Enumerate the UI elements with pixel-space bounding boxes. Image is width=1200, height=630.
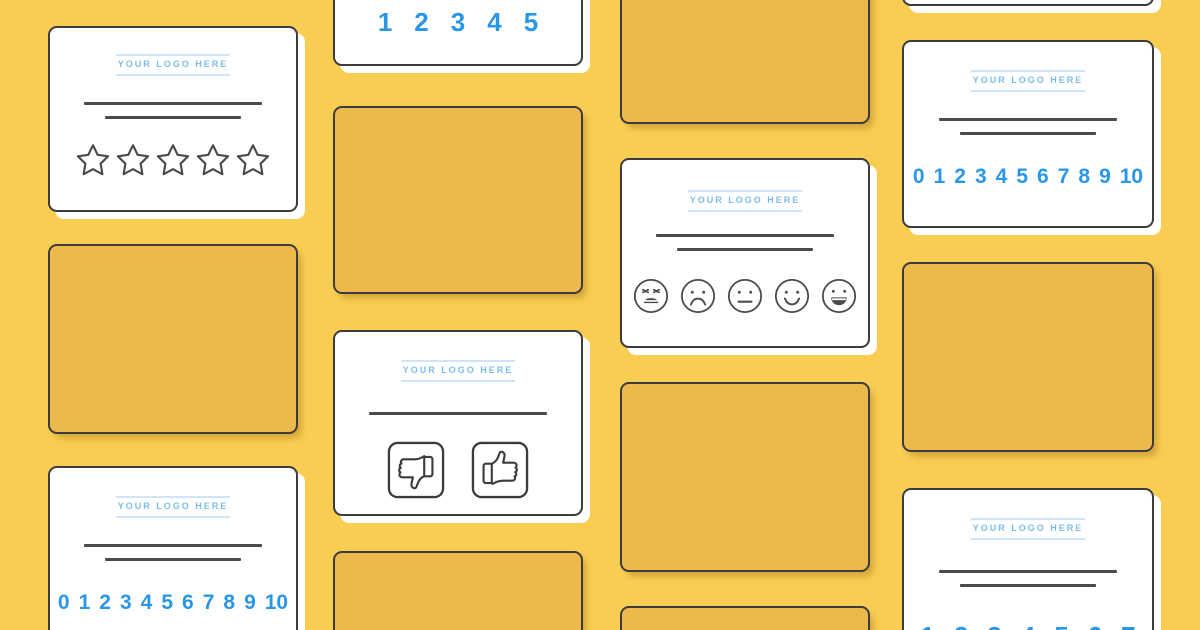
- logo-placeholder-block: YOUR LOGO HERE: [687, 190, 803, 212]
- rule-line-long: [369, 412, 547, 415]
- logo-placeholder-block: YOUR LOGO HERE: [400, 360, 516, 382]
- star-rating-card[interactable]: YOUR LOGO HERE: [48, 26, 298, 212]
- thumbs-rating-card[interactable]: YOUR LOGO HERE: [333, 330, 583, 516]
- star-icon[interactable]: [114, 141, 152, 179]
- star-rating-row[interactable]: [74, 141, 272, 179]
- logo-placeholder-text: YOUR LOGO HERE: [689, 195, 801, 205]
- scale-number[interactable]: 1: [934, 165, 946, 189]
- face-neutral-icon[interactable]: [726, 277, 764, 315]
- number-scale-0-10[interactable]: 0 1 2 3 4 5 6 7 8 9 10: [904, 165, 1152, 189]
- scale-number[interactable]: 10: [1120, 165, 1143, 189]
- logo-placeholder-text: YOUR LOGO HERE: [117, 501, 229, 511]
- scale-number[interactable]: 5: [1016, 165, 1028, 189]
- logo-placeholder-block: YOUR LOGO HERE: [970, 518, 1086, 540]
- thumbs-down-icon[interactable]: [387, 441, 445, 499]
- scale-number[interactable]: 7: [1121, 621, 1135, 630]
- scale-number[interactable]: 1: [920, 621, 934, 630]
- star-icon[interactable]: [154, 141, 192, 179]
- scale-number[interactable]: 7: [1058, 165, 1070, 189]
- text-placeholder-rules: [904, 570, 1152, 587]
- scale-number[interactable]: 2: [99, 591, 111, 615]
- star-icon[interactable]: [74, 141, 112, 179]
- scale-number[interactable]: 9: [1099, 165, 1111, 189]
- survey-template-board: YOUR LOGO HERE YOUR LOGO HERE 0 1 2 3 4 …: [0, 0, 1200, 630]
- face-happy-icon[interactable]: [773, 277, 811, 315]
- text-placeholder-rules: [622, 234, 868, 251]
- scale-number[interactable]: 3: [451, 7, 465, 38]
- logo-placeholder-block: YOUR LOGO HERE: [115, 54, 231, 76]
- scale-number[interactable]: 10: [265, 591, 288, 615]
- rule-line-long: [84, 102, 262, 105]
- rating-scale-card-1-5[interactable]: 1 2 3 4 5: [333, 0, 583, 66]
- rule-line-long: [656, 234, 834, 237]
- scale-number[interactable]: 6: [1088, 621, 1102, 630]
- scale-number[interactable]: 5: [161, 591, 173, 615]
- scale-number[interactable]: 1: [79, 591, 91, 615]
- logo-placeholder-text: YOUR LOGO HERE: [117, 59, 229, 69]
- text-placeholder-rules: [50, 102, 296, 119]
- scale-number[interactable]: 4: [1021, 621, 1035, 630]
- rating-scale-card-1-7[interactable]: YOUR LOGO HERE 1 2 3 4 5 6 7: [902, 488, 1154, 630]
- scale-number[interactable]: 4: [141, 591, 153, 615]
- logo-placeholder-block: YOUR LOGO HERE: [970, 70, 1086, 92]
- rule-line-short: [959, 132, 1097, 135]
- text-placeholder-rules: [50, 544, 296, 561]
- scale-number[interactable]: 5: [1054, 621, 1068, 630]
- number-scale-1-7[interactable]: 1 2 3 4 5 6 7: [904, 621, 1152, 630]
- thumbs-up-icon[interactable]: [471, 441, 529, 499]
- scale-number[interactable]: 3: [987, 621, 1001, 630]
- thumbs-row[interactable]: [387, 441, 529, 499]
- rule-line-long: [938, 118, 1118, 121]
- scale-number[interactable]: 8: [223, 591, 235, 615]
- scale-number[interactable]: 2: [414, 7, 428, 38]
- scale-number[interactable]: 6: [182, 591, 194, 615]
- text-placeholder-rules: [335, 412, 581, 415]
- rule-line-short: [677, 248, 813, 251]
- rule-line-long: [84, 544, 262, 547]
- partial-card-top[interactable]: [902, 0, 1154, 6]
- scale-number[interactable]: 1: [378, 7, 392, 38]
- blank-card[interactable]: [333, 106, 583, 294]
- number-scale-1-5[interactable]: 1 2 3 4 5: [335, 7, 581, 38]
- blank-card[interactable]: [620, 0, 870, 124]
- scale-number[interactable]: 5: [524, 7, 538, 38]
- rule-line-short: [105, 116, 241, 119]
- scale-number[interactable]: 7: [203, 591, 215, 615]
- star-icon[interactable]: [234, 141, 272, 179]
- smiley-rating-card[interactable]: YOUR LOGO HERE: [620, 158, 870, 348]
- scale-number[interactable]: 0: [913, 165, 925, 189]
- face-angry-icon[interactable]: [632, 277, 670, 315]
- scale-number[interactable]: 3: [975, 165, 987, 189]
- scale-number[interactable]: 0: [58, 591, 70, 615]
- number-scale-0-10[interactable]: 0 1 2 3 4 5 6 7 8 9 10: [50, 591, 296, 615]
- face-sad-icon[interactable]: [679, 277, 717, 315]
- blank-card[interactable]: [902, 262, 1154, 452]
- logo-placeholder-block: YOUR LOGO HERE: [115, 496, 231, 518]
- rule-line-short: [105, 558, 241, 561]
- blank-card[interactable]: [333, 551, 583, 630]
- nps-scale-card-left[interactable]: YOUR LOGO HERE 0 1 2 3 4 5 6 7 8 9 10: [48, 466, 298, 630]
- star-icon[interactable]: [194, 141, 232, 179]
- blank-card[interactable]: [620, 606, 870, 630]
- scale-number[interactable]: 8: [1078, 165, 1090, 189]
- rule-line-short: [959, 584, 1097, 587]
- logo-placeholder-text: YOUR LOGO HERE: [972, 523, 1084, 533]
- scale-number[interactable]: 2: [954, 621, 968, 630]
- face-very-happy-icon[interactable]: [820, 277, 858, 315]
- blank-card[interactable]: [48, 244, 298, 434]
- logo-placeholder-text: YOUR LOGO HERE: [972, 75, 1084, 85]
- scale-number[interactable]: 3: [120, 591, 132, 615]
- text-placeholder-rules: [904, 118, 1152, 135]
- scale-number[interactable]: 9: [244, 591, 256, 615]
- scale-number[interactable]: 4: [487, 7, 501, 38]
- scale-number[interactable]: 4: [996, 165, 1008, 189]
- scale-number[interactable]: 6: [1037, 165, 1049, 189]
- scale-number[interactable]: 2: [954, 165, 966, 189]
- rule-line-long: [938, 570, 1118, 573]
- logo-placeholder-text: YOUR LOGO HERE: [402, 365, 514, 375]
- nps-scale-card-right[interactable]: YOUR LOGO HERE 0 1 2 3 4 5 6 7 8 9 10: [902, 40, 1154, 228]
- smiley-row[interactable]: [632, 277, 858, 315]
- blank-card[interactable]: [620, 382, 870, 572]
